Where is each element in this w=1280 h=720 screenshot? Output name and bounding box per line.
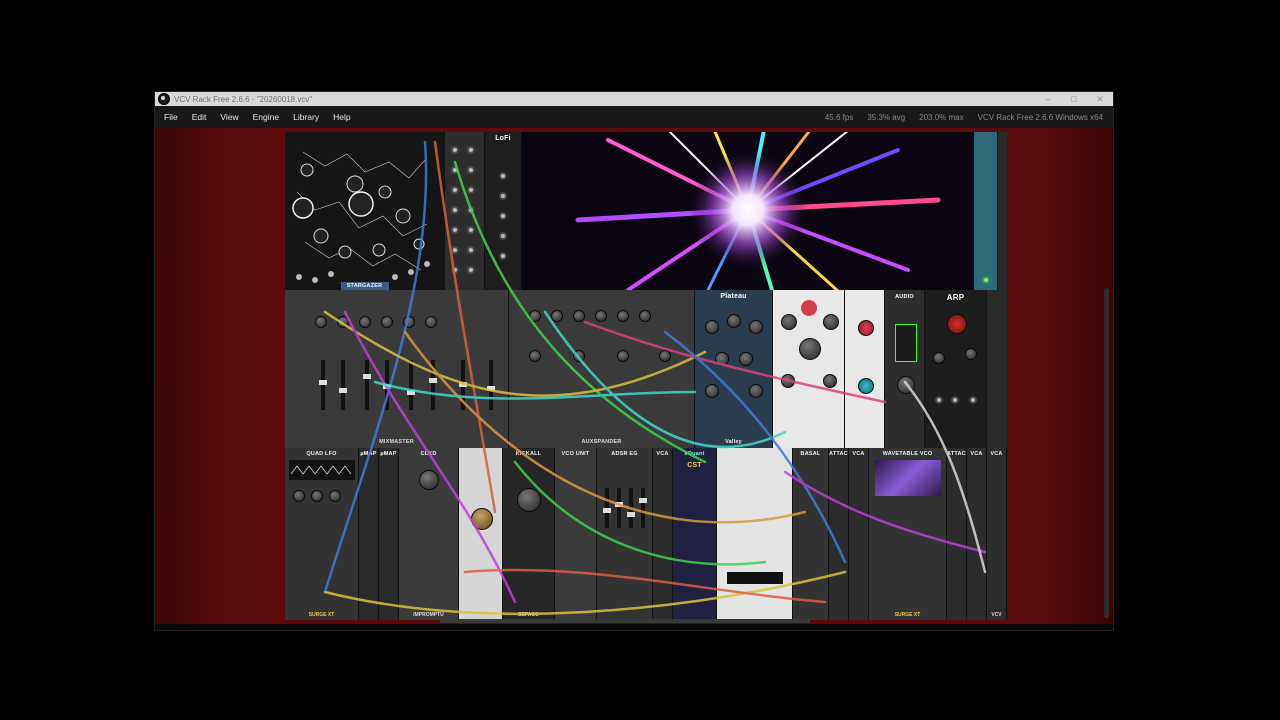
umap-1-label: µMAP	[360, 451, 377, 457]
rack-row-middle: MIXMASTER AUXSPANDER Plateau Valley AUDI…	[285, 290, 1007, 448]
module-adsr-eg[interactable]: ADSR EG	[597, 448, 653, 620]
attack-1-label: ATTACK	[829, 451, 848, 457]
vca-1-label: VCA	[656, 451, 669, 457]
mixmaster-label: MIXMASTER	[379, 439, 414, 445]
vcv-rack-window: VCV Rack Free 2.6.6 - "20260018.vcv" – □…	[155, 92, 1113, 630]
module-mixmaster[interactable]: MIXMASTER	[285, 290, 509, 448]
window-controls: – □ ✕	[1035, 92, 1113, 106]
impromptu-label: IMPROMPTU	[413, 612, 444, 618]
surge-xt-label-1: SURGE XT	[308, 612, 335, 618]
module-lofi[interactable]: LoFi	[485, 132, 522, 290]
engine-stats: 45.6 fps 35.3% avg 203.0% max VCV Rack F…	[825, 113, 1113, 122]
vca-3-label: VCA	[970, 451, 983, 457]
basal-label: BASAL	[800, 451, 821, 457]
audio-label: AUDIO	[895, 294, 914, 300]
rack-row-top: STARGAZER LoFi	[285, 132, 1007, 290]
menu-bar: File Edit View Engine Library Help 45.6 …	[155, 106, 1113, 128]
wavetable-display	[875, 460, 941, 496]
module-chorus-white[interactable]	[773, 290, 845, 448]
module-white-filter[interactable]	[459, 448, 503, 620]
vcv-label: VCV	[991, 612, 1002, 618]
befaco-label: BEFACO	[518, 612, 539, 618]
module-plateau[interactable]: Plateau Valley	[695, 290, 773, 448]
auxspander-label: AUXSPANDER	[581, 439, 622, 445]
module-attack-1[interactable]: ATTACK	[829, 448, 849, 620]
module-umap-2[interactable]: µMAP	[379, 448, 399, 620]
cst-label: CST	[687, 462, 702, 469]
starburst-visual	[575, 132, 941, 290]
umap-2-label: µMAP	[380, 451, 397, 457]
adsr-eg-label: ADSR EG	[611, 451, 638, 457]
vertical-scrollbar[interactable]	[1104, 288, 1109, 618]
clkd-label: CLKD	[420, 451, 437, 457]
stargazer-label: STARGAZER	[346, 283, 383, 289]
module-top-blank[interactable]	[974, 132, 998, 290]
module-quad-lfo[interactable]: QUAD LFO SURGE XT	[285, 448, 359, 620]
menu-help[interactable]: Help	[326, 112, 357, 122]
stargazer-panel-art	[292, 151, 430, 290]
visualizer-screen	[522, 132, 974, 290]
valley-label: Valley	[725, 439, 742, 445]
module-arp[interactable]: ARP	[925, 290, 987, 448]
module-audio[interactable]: AUDIO	[885, 290, 925, 448]
module-umap-1[interactable]: µMAP	[359, 448, 379, 620]
module-audio-interface[interactable]	[845, 290, 885, 448]
lfo-display	[289, 460, 355, 480]
surge-xt-label-2: SURGE XT	[894, 612, 921, 618]
module-vca-4[interactable]: VCA VCV	[987, 448, 1007, 620]
module-kickall[interactable]: KICKALL BEFACO	[503, 448, 555, 620]
red-led-icon	[801, 300, 817, 316]
module-squant[interactable]: sQuant CST	[673, 448, 717, 620]
module-clkd[interactable]: CLKD IMPROMPTU	[399, 448, 459, 620]
rack-workspace[interactable]: STARGAZER LoFi MIXMASTER AUXSPANDER Plat…	[155, 128, 1113, 624]
window-titlebar[interactable]: VCV Rack Free 2.6.6 - "20260018.vcv" – □…	[155, 92, 1113, 106]
menu-engine[interactable]: Engine	[246, 112, 286, 122]
audio-vu-meter	[895, 324, 917, 362]
vca-4-label: VCA	[990, 451, 1003, 457]
arp-label: ARP	[946, 293, 965, 302]
squant-label: sQuant	[684, 451, 705, 457]
module-stargazer[interactable]: STARGAZER	[285, 132, 445, 290]
kickall-label: KICKALL	[515, 451, 542, 457]
close-button[interactable]: ✕	[1087, 92, 1113, 106]
module-basal[interactable]: BASAL	[793, 448, 829, 620]
fps-readout: 45.6 fps	[824, 112, 854, 122]
lofi-label: LoFi	[495, 135, 511, 142]
minimize-button[interactable]: –	[1035, 92, 1061, 106]
window-title: VCV Rack Free 2.6.6 - "20260018.vcv"	[174, 94, 313, 104]
module-rack[interactable]: STARGAZER LoFi MIXMASTER AUXSPANDER Plat…	[285, 132, 1007, 620]
module-slips[interactable]	[717, 448, 793, 620]
plateau-label: Plateau	[720, 293, 747, 300]
horizontal-scrollbar[interactable]	[440, 619, 810, 623]
module-wavetable-vco[interactable]: WAVETABLE VCO SURGE XT	[869, 448, 947, 620]
module-vco-unit[interactable]: VCO UNIT	[555, 448, 597, 620]
vcv-logo-icon	[158, 93, 170, 105]
wavetable-label: WAVETABLE VCO	[882, 451, 933, 457]
rack-row-bottom: QUAD LFO SURGE XT µMAP µMAP CLKD IMPROMP…	[285, 448, 1007, 620]
slips-keyboard	[727, 572, 783, 584]
menu-view[interactable]: View	[213, 112, 245, 122]
quad-lfo-label: QUAD LFO	[306, 451, 337, 457]
attack-2-label: ATTACK	[947, 451, 966, 457]
vco-unit-label: VCO UNIT	[561, 451, 590, 457]
module-auxspander[interactable]: AUXSPANDER	[509, 290, 695, 448]
module-vca-2[interactable]: VCA	[849, 448, 869, 620]
cpu-max-readout: 203.0% max	[919, 112, 964, 122]
menu-file[interactable]: File	[155, 112, 185, 122]
module-lofi-left[interactable]	[445, 132, 485, 290]
menu-edit[interactable]: Edit	[185, 112, 214, 122]
cpu-avg-readout: 35.3% avg	[867, 112, 906, 122]
menu-library[interactable]: Library	[286, 112, 326, 122]
module-vca-3[interactable]: VCA	[967, 448, 987, 620]
vca-2-label: VCA	[852, 451, 865, 457]
module-attack-2[interactable]: ATTACK	[947, 448, 967, 620]
module-vca-1[interactable]: VCA	[653, 448, 673, 620]
version-label: VCV Rack Free 2.6.6 Windows x64	[977, 112, 1103, 122]
maximize-button[interactable]: □	[1061, 92, 1087, 106]
